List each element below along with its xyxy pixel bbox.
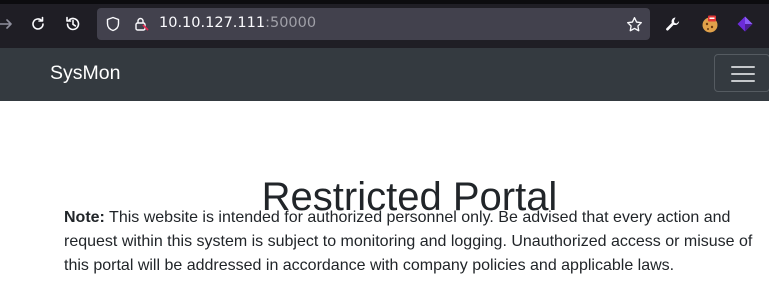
shield-icon[interactable]	[99, 10, 127, 38]
url-bar[interactable]: 10.10.127.111:50000	[97, 8, 650, 40]
note-text: This website is intended for authorized …	[64, 209, 753, 274]
reload-icon[interactable]	[24, 10, 52, 38]
note-label: Note:	[64, 209, 105, 226]
url-text[interactable]: 10.10.127.111:50000	[159, 15, 316, 31]
url-host: 10.10.127.111	[159, 15, 266, 31]
star-icon[interactable]	[620, 10, 648, 38]
navbar-brand[interactable]: SysMon	[50, 62, 120, 85]
notice-paragraph: Note: This website is intended for autho…	[64, 206, 764, 278]
history-icon[interactable]	[59, 10, 87, 38]
navbar-toggler-button[interactable]	[714, 54, 769, 92]
site-navbar: SysMon	[0, 48, 769, 101]
lock-icon[interactable]	[127, 10, 155, 38]
cookie-extension-icon[interactable]	[696, 10, 724, 38]
browser-toolbar: 10.10.127.111:50000	[0, 0, 769, 48]
wrench-icon[interactable]	[659, 10, 687, 38]
purple-extension-icon[interactable]	[731, 10, 759, 38]
arrow-right-icon[interactable]	[0, 10, 20, 38]
url-port: :50000	[265, 15, 317, 31]
tab-strip-edge	[0, 0, 769, 4]
